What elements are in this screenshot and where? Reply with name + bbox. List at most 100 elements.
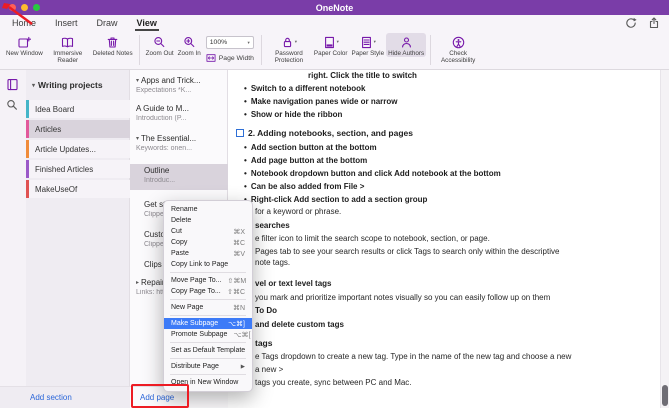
menu-item-delete[interactable]: Delete	[164, 215, 252, 226]
chevron-down-icon: ▾	[294, 39, 298, 44]
hide-authors-button[interactable]: Hide Authors	[386, 33, 427, 58]
menu-item-new-page[interactable]: New Page ⌘N	[164, 302, 252, 313]
page-context-menu: Rename Delete Cut ⌘X Copy ⌘C Paste ⌘V Copy …	[163, 200, 253, 392]
content-line: • Notebook dropdown button and click Add …	[244, 169, 501, 178]
menu-item-paste[interactable]: Paste ⌘V	[164, 248, 252, 259]
ribbon-separator	[430, 35, 432, 65]
tab-insert[interactable]: Insert	[53, 16, 80, 31]
zoom-out-button[interactable]: Zoom Out	[144, 33, 176, 57]
page-width-button[interactable]: Page Width	[206, 53, 254, 63]
bullet-icon: •	[244, 156, 247, 165]
paper-color-button[interactable]: ▾ Paper Color	[312, 33, 350, 57]
title-bar: OneNote	[0, 0, 669, 15]
menu-item-make-subpage[interactable]: Make Subpage ⌥⌘]	[164, 318, 252, 329]
content-line: you mark and prioritize important notes …	[255, 293, 551, 302]
page-canvas[interactable]: right. Click the title to switch • Switch…	[228, 70, 660, 408]
content-line: and delete custom tags	[255, 320, 344, 329]
menu-item-promote-subpage[interactable]: Promote Subpage ⌥⌘[	[164, 329, 252, 340]
ribbon-tab-bar: Home Insert Draw View	[0, 15, 669, 31]
hide-authors-icon	[401, 36, 411, 48]
immersive-reader-button[interactable]: Immersive Reader	[45, 33, 91, 65]
submenu-arrow-icon: ▶	[240, 363, 245, 370]
content-line: note tags.	[255, 258, 291, 267]
menu-item-move-page-to[interactable]: Move Page To... ⇧⌘M	[164, 275, 252, 286]
content-line: • Add section button at the bottom	[244, 143, 377, 152]
vertical-scrollbar[interactable]	[660, 70, 669, 408]
menu-item-distribute-page[interactable]: Distribute Page ▶	[164, 361, 252, 372]
content-line: Pages tab to see your search results or …	[255, 247, 560, 256]
immersive-reader-icon	[62, 37, 74, 47]
chevron-down-icon: ▾	[373, 39, 376, 44]
notebook-header[interactable]: ▾ Writing projects	[32, 80, 103, 90]
bullet-icon: •	[244, 97, 247, 106]
content-line: a new >	[255, 365, 284, 374]
bullet-icon: •	[244, 143, 247, 152]
paper-style-button[interactable]: ▾ Paper Style	[350, 33, 387, 57]
content-line: To Do	[255, 306, 278, 315]
paper-color-icon	[324, 36, 334, 48]
menu-item-copy-page-to[interactable]: Copy Page To... ⇧⌘C	[164, 286, 252, 297]
content-line: for a keyword or phrase.	[255, 207, 342, 216]
check-accessibility-button[interactable]: Check Accessibility	[435, 33, 481, 65]
menu-separator	[170, 358, 246, 359]
deleted-notes-button[interactable]: Deleted Notes	[91, 33, 135, 57]
window-body: ▾ Writing projects Idea Board Articles A…	[0, 70, 669, 408]
search-icon[interactable]	[6, 99, 18, 111]
add-section-button[interactable]: Add section	[30, 393, 72, 402]
page-item-a-guide-to-m[interactable]: A Guide to M... Introduction (P...	[130, 102, 228, 124]
menu-separator	[170, 315, 246, 316]
chevron-down-icon: ▾	[136, 136, 140, 142]
zoom-out-icon	[154, 36, 165, 47]
content-line: •Right-click Add section to add a sectio…	[244, 195, 427, 204]
page-item-apps-and-tricks[interactable]: ▾ Apps and Trick... Expectations *K...	[130, 74, 228, 96]
window-quick-icons	[625, 17, 660, 29]
zoom-in-button[interactable]: Zoom In	[176, 33, 203, 57]
chevron-down-icon: ▾	[32, 82, 36, 89]
content-line: • Make navigation panes wide or narrow	[244, 97, 398, 106]
share-icon[interactable]	[648, 17, 660, 29]
zoom-controls: 100% ▾ Page Width	[205, 33, 254, 63]
section-item-idea-board[interactable]: Idea Board	[26, 100, 130, 118]
sections-bottom-bar: Add section	[0, 386, 130, 408]
new-window-button[interactable]: New Window	[4, 33, 45, 57]
zoom-level-dropdown[interactable]: 100% ▾	[205, 36, 254, 49]
page-item-outline[interactable]: Outline Introduc...	[130, 164, 228, 190]
content-heading: 2. Adding notebooks, section, and pages	[236, 128, 413, 138]
new-window-icon	[18, 36, 31, 48]
chevron-down-icon: ▾	[136, 78, 140, 84]
password-protection-button[interactable]: ▾ Password Protection	[266, 33, 312, 65]
chevron-down-icon: ▾	[247, 39, 250, 45]
section-item-articles[interactable]: Articles	[26, 120, 130, 138]
zoom-in-icon	[184, 36, 195, 47]
paper-style-icon	[361, 36, 371, 48]
chevron-down-icon: ▾	[336, 39, 339, 44]
notebooks-icon[interactable]	[6, 78, 19, 91]
content-line: e Tags dropdown to create a new tag. Typ…	[255, 352, 572, 361]
sync-icon[interactable]	[625, 17, 637, 29]
chevron-right-icon: ▸	[136, 280, 140, 286]
tab-view[interactable]: View	[134, 16, 160, 31]
menu-item-copy[interactable]: Copy ⌘C	[164, 237, 252, 248]
section-item-makeuseof[interactable]: MakeUseOf	[26, 180, 130, 198]
content-line: • Can be also added from File >	[244, 182, 365, 191]
menu-separator	[170, 374, 246, 375]
tab-draw[interactable]: Draw	[95, 16, 120, 31]
section-item-article-updates[interactable]: Article Updates...	[26, 140, 130, 158]
section-item-finished-articles[interactable]: Finished Articles	[26, 160, 130, 178]
page-item-the-essential[interactable]: ▾ The Essential... Keywords: onen...	[130, 132, 228, 154]
accessibility-icon	[452, 36, 464, 48]
content-line: • Switch to a different notebook	[244, 84, 366, 93]
annotation-arrow	[2, 3, 33, 25]
bullet-icon: •	[244, 182, 247, 191]
bullet-icon: •	[244, 84, 247, 93]
ribbon-toolbar: New Window Immersive Reader Deleted Note…	[0, 31, 669, 70]
menu-item-cut[interactable]: Cut ⌘X	[164, 226, 252, 237]
ribbon-separator	[260, 35, 262, 65]
menu-separator	[170, 299, 246, 300]
scrollbar-thumb[interactable]	[662, 385, 668, 406]
menu-item-rename[interactable]: Rename	[164, 204, 252, 215]
content-line: • Add page button at the bottom	[244, 156, 368, 165]
menu-item-set-as-default-template[interactable]: Set as Default Template	[164, 345, 252, 356]
to-do-tag-icon[interactable]	[236, 129, 244, 137]
menu-item-copy-link-to-page[interactable]: Copy Link to Page	[164, 259, 252, 270]
